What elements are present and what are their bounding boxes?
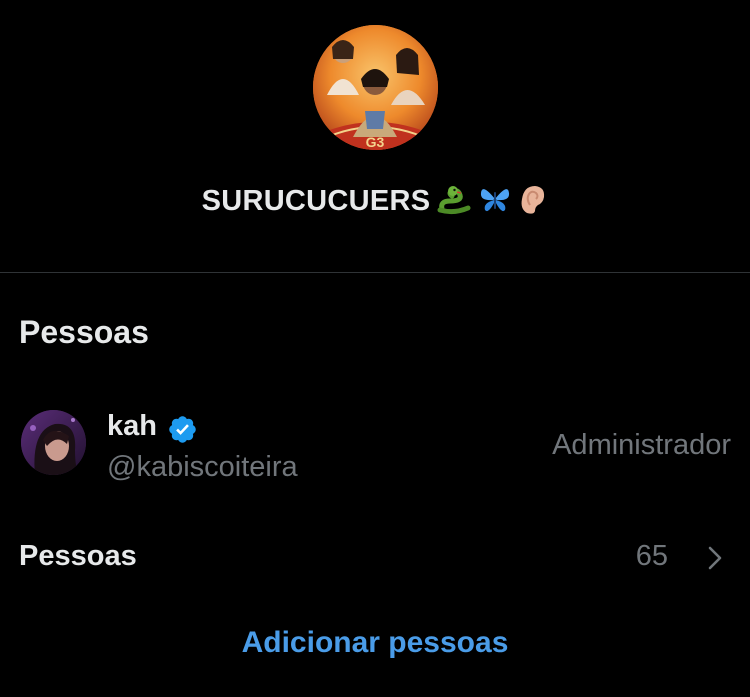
people-count: 65 bbox=[635, 540, 668, 572]
verified-badge-icon bbox=[167, 414, 198, 445]
member-avatar[interactable] bbox=[21, 410, 86, 475]
butterfly-emoji-icon bbox=[478, 183, 512, 223]
member-name[interactable]: kah bbox=[107, 410, 157, 443]
member-role-label: Administrador bbox=[552, 429, 731, 461]
people-section-title: Pessoas bbox=[19, 314, 149, 350]
people-row-label: Pessoas bbox=[19, 540, 137, 572]
chevron-right-icon bbox=[704, 544, 726, 572]
group-name-text: SURUCUCUERS bbox=[201, 185, 431, 217]
section-divider bbox=[0, 272, 750, 273]
member-row[interactable]: kah @kabiscoiteira Administrador bbox=[0, 393, 750, 498]
group-name: SURUCUCUERS bbox=[0, 183, 750, 223]
member-avatar-image bbox=[21, 410, 86, 475]
avatar-badge-text: G3 bbox=[366, 134, 385, 150]
group-header: G3 SURUCUCUERS bbox=[0, 0, 750, 272]
member-handle: @kabiscoiteira bbox=[107, 451, 298, 483]
group-avatar[interactable]: G3 bbox=[313, 25, 438, 150]
snake-emoji-icon bbox=[436, 183, 472, 223]
add-people-button[interactable]: Adicionar pessoas bbox=[0, 626, 750, 660]
group-avatar-image: G3 bbox=[313, 25, 438, 150]
people-count-row[interactable]: Pessoas 65 bbox=[0, 520, 750, 592]
ear-emoji-icon bbox=[518, 183, 548, 223]
